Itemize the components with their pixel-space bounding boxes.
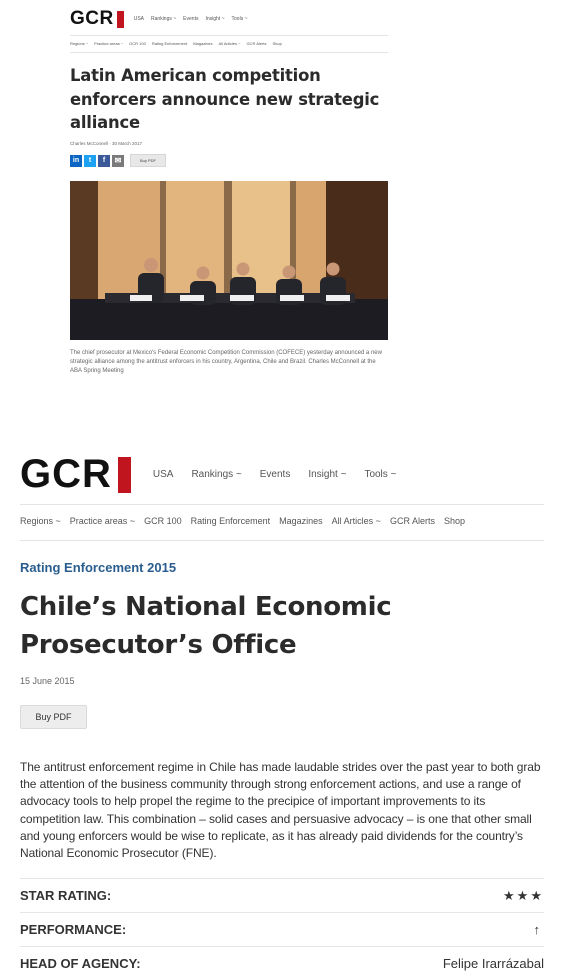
- nav-usa[interactable]: USA: [153, 469, 174, 480]
- buy-pdf-button[interactable]: Buy PDF: [20, 705, 87, 729]
- section-label[interactable]: Rating Enforcement 2015: [20, 560, 176, 575]
- star-rating-icon: ★★★: [503, 887, 544, 903]
- linkedin-icon[interactable]: in: [70, 154, 82, 167]
- nav-gcr-alerts[interactable]: GCR Alerts: [390, 516, 435, 526]
- fact-label: STAR RATING:: [20, 888, 112, 903]
- publish-date: 15 June 2015: [20, 676, 75, 686]
- nav-rating-enforcement[interactable]: Rating Enforcement: [191, 516, 271, 526]
- buy-pdf-button[interactable]: Buy PDF: [130, 154, 166, 167]
- head-of-agency-name: Felipe Irarrázabal: [442, 956, 544, 971]
- article-headline: Latin American competition enforcers ann…: [70, 66, 380, 132]
- nav-rankings[interactable]: Rankings ~: [151, 16, 176, 22]
- nav-gcr-100[interactable]: GCR 100: [144, 516, 182, 526]
- nav-shop[interactable]: Shop: [444, 516, 465, 526]
- header-divider-large: [20, 504, 544, 505]
- primary-nav-large: USA Rankings ~ Events Insight ~ Tools ~: [153, 469, 397, 480]
- nav-tools[interactable]: Tools ~: [364, 469, 396, 480]
- page-title: Chile’s National Economic Prosecutor’s O…: [20, 592, 392, 660]
- fact-row-star-rating: STAR RATING: ★★★: [20, 878, 544, 912]
- twitter-icon[interactable]: t: [84, 154, 96, 167]
- intro-paragraph: The antitrust enforcement regime in Chil…: [20, 760, 541, 861]
- header-divider: [70, 35, 388, 36]
- share-bar: in t f ✉ Buy PDF: [70, 154, 166, 167]
- site-header: GCR USA Rankings ~ Events Insight ~ Tool…: [70, 8, 248, 30]
- nav-gcr-100[interactable]: GCR 100: [129, 41, 146, 46]
- logo-red-bar: [116, 10, 124, 28]
- nav-magazines[interactable]: Magazines: [279, 516, 323, 526]
- gcr-logo-large[interactable]: GCR: [20, 452, 112, 497]
- fact-row-performance: PERFORMANCE: ↑: [20, 912, 544, 946]
- facebook-icon[interactable]: f: [98, 154, 110, 167]
- nav-insight[interactable]: Insight ~: [308, 469, 346, 480]
- fact-row-head-of-agency: HEAD OF AGENCY: Felipe Irarrázabal: [20, 946, 544, 980]
- nav-all-articles[interactable]: All Articles ~: [219, 41, 241, 46]
- secondary-nav-large: Regions ~ Practice areas ~ GCR 100 Ratin…: [20, 516, 465, 526]
- nav-magazines[interactable]: Magazines: [193, 41, 212, 46]
- nav-rankings[interactable]: Rankings ~: [191, 469, 241, 480]
- photo-caption: The chief prosecutor at Mexico's Federal…: [70, 350, 382, 374]
- nav-gcr-alerts[interactable]: GCR Alerts: [246, 41, 266, 46]
- nav-all-articles[interactable]: All Articles ~: [332, 516, 381, 526]
- nav-rating-enforcement[interactable]: Rating Enforcement: [152, 41, 187, 46]
- fact-label: HEAD OF AGENCY:: [20, 956, 141, 971]
- nav-practice-areas[interactable]: Practice areas ~: [70, 516, 135, 526]
- nav-insight[interactable]: Insight ~: [205, 16, 224, 22]
- up-arrow-icon: ↑: [533, 922, 541, 937]
- secondary-nav: Regions ~ Practice areas ~ GCR 100 Ratin…: [70, 41, 282, 46]
- logo-red-bar-large: [117, 456, 131, 493]
- article-byline: Charles McConnell · 30 March 2017: [70, 141, 143, 146]
- site-header-large: GCR USA Rankings ~ Events Insight ~ Tool…: [20, 452, 396, 497]
- nav-tools[interactable]: Tools ~: [232, 16, 248, 22]
- nav-regions[interactable]: Regions ~: [20, 516, 61, 526]
- nav-events[interactable]: Events: [183, 16, 198, 22]
- email-icon[interactable]: ✉: [112, 154, 124, 167]
- article-photo: [70, 181, 388, 340]
- nav-regions[interactable]: Regions ~: [70, 41, 88, 46]
- nav-practice-areas[interactable]: Practice areas ~: [94, 41, 123, 46]
- primary-nav: USA Rankings ~ Events Insight ~ Tools ~: [134, 16, 248, 22]
- nav-divider: [70, 52, 388, 53]
- nav-events[interactable]: Events: [260, 469, 291, 480]
- fact-label: PERFORMANCE:: [20, 922, 127, 937]
- nav-shop[interactable]: Shop: [272, 41, 281, 46]
- gcr-logo[interactable]: GCR: [70, 8, 114, 30]
- nav-usa[interactable]: USA: [134, 16, 144, 22]
- nav-divider-large: [20, 540, 544, 541]
